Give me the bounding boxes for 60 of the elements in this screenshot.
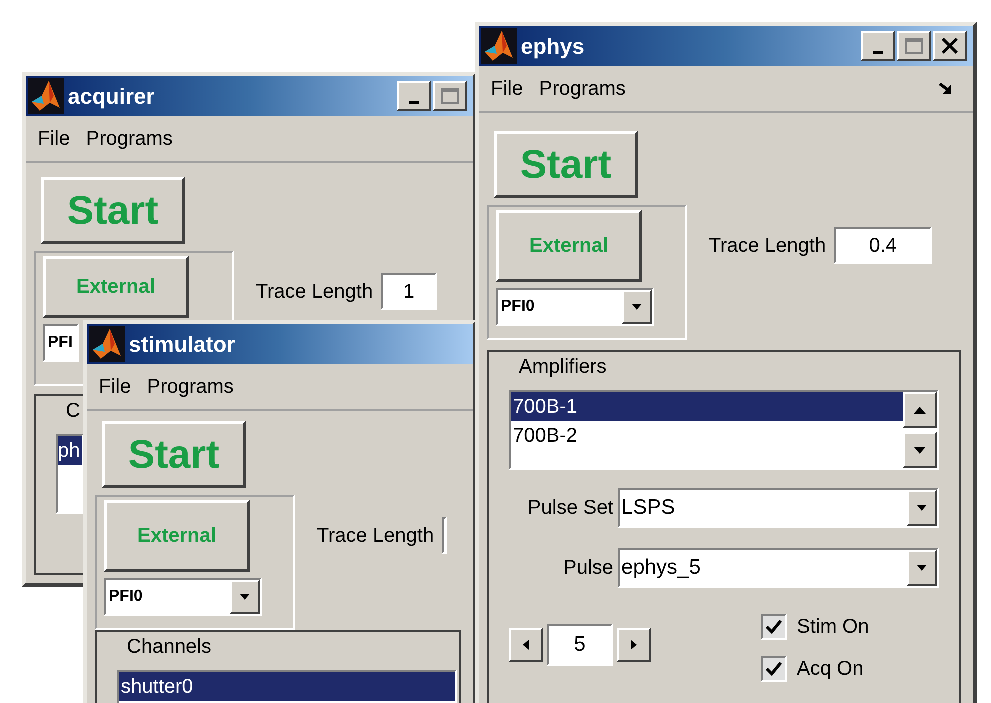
window-title: stimulator: [129, 330, 236, 358]
up-arrow-icon: [914, 406, 926, 414]
menu-item[interactable]: Programs: [533, 74, 632, 104]
list-item[interactable]: ph: [58, 436, 82, 465]
checkbox[interactable]: [761, 614, 787, 640]
app-logo-icon: [481, 28, 517, 64]
checkmark-icon: [765, 661, 783, 677]
scroll-down-button[interactable]: [903, 432, 937, 468]
dropdown-arrow-icon: [917, 565, 927, 571]
menu-item[interactable]: Programs: [141, 372, 240, 402]
field-label: Pulse: [562, 556, 615, 581]
input-field[interactable]: 1: [381, 273, 438, 310]
dropdown[interactable]: PFI0: [104, 578, 262, 616]
checkbox-label: Stim On: [797, 615, 870, 640]
checkmark-icon: [765, 619, 783, 635]
list-item[interactable]: 700B-2: [511, 421, 903, 450]
field-label: Pulse Set: [526, 496, 615, 521]
checkbox[interactable]: [761, 656, 787, 682]
list-box[interactable]: ph: [56, 434, 84, 514]
list-item[interactable]: 700B-1: [511, 392, 903, 421]
maximize-button[interactable]: [433, 81, 467, 111]
decrement-button[interactable]: [509, 628, 543, 662]
field-label: Trace Length: [317, 524, 434, 548]
window-title: acquirer: [68, 82, 155, 111]
menu-item[interactable]: File: [485, 74, 530, 104]
dropdown-arrow-icon: [917, 505, 927, 511]
dropdown[interactable]: LSPS: [618, 488, 939, 528]
minimize-button[interactable]: [861, 31, 895, 61]
input-field[interactable]: [442, 517, 448, 554]
app-logo-icon: [89, 326, 125, 362]
right-arrow-icon: [631, 640, 637, 650]
window-title: ephys: [521, 32, 585, 61]
maximize-icon: [441, 88, 459, 104]
group-label: Amplifiers: [519, 355, 607, 380]
field-label: Trace Length: [709, 234, 826, 258]
menu-item[interactable]: File: [32, 124, 76, 154]
list-box[interactable]: 700B-1 700B-2: [509, 390, 939, 470]
scroll-up-button[interactable]: [903, 392, 937, 428]
maximize-button[interactable]: [897, 31, 931, 61]
increment-button[interactable]: [617, 628, 651, 662]
field-label: Trace Length: [256, 280, 374, 304]
close-icon: [942, 38, 958, 54]
dropdown[interactable]: PFI0: [496, 288, 654, 326]
maximize-icon: [905, 38, 923, 54]
group-label: Channels: [127, 635, 212, 660]
dropdown[interactable]: PFI: [43, 324, 79, 362]
app-logo-icon: [28, 78, 64, 114]
minimize-icon: [409, 100, 419, 104]
input-field[interactable]: 0.4: [834, 227, 932, 264]
checkbox-label: Acq On: [797, 657, 864, 682]
minimize-button[interactable]: [397, 81, 431, 111]
number-field[interactable]: 5: [547, 624, 613, 666]
close-button[interactable]: [933, 31, 967, 61]
menu-item[interactable]: File: [93, 372, 138, 402]
menu-item[interactable]: Programs: [80, 124, 179, 154]
minimize-icon: [873, 50, 883, 54]
group-label: C: [66, 399, 80, 424]
left-arrow-icon: [523, 640, 529, 650]
down-arrow-icon: [914, 446, 926, 454]
dropdown[interactable]: ephys_5: [618, 548, 939, 588]
